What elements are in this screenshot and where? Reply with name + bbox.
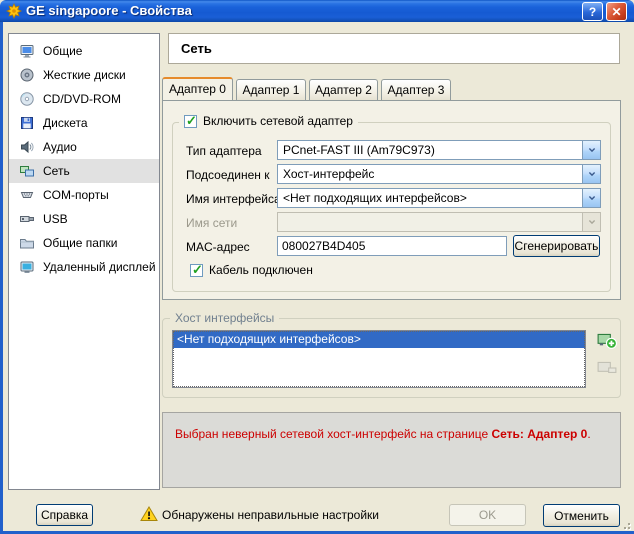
sidebar-item-cd-dvd[interactable]: CD/DVD-ROM <box>9 87 159 111</box>
generate-mac-button[interactable]: Сгенерировать <box>513 235 600 257</box>
enable-adapter-row: ✓ Включить сетевой адаптер <box>179 114 358 128</box>
window-border-left <box>0 22 3 534</box>
adapter-type-select[interactable]: PCnet-FAST III (Am79C973) <box>277 140 601 160</box>
sidebar-item-com-ports[interactable]: COM-порты <box>9 183 159 207</box>
chevron-down-icon <box>582 213 600 231</box>
warning-text-page: Сеть: Адаптер 0 <box>491 427 587 441</box>
warning-text-suffix: . <box>587 427 590 441</box>
serial-port-icon <box>19 187 35 203</box>
interface-name-label: Имя интерфейса <box>186 192 281 206</box>
attached-to-value: Хост-интерфейс <box>283 167 374 181</box>
window-title: GE singapoore - Свойства <box>26 0 192 22</box>
chevron-down-icon[interactable] <box>582 165 600 183</box>
close-button[interactable]: ✕ <box>606 2 627 21</box>
interface-name-select[interactable]: <Нет подходящих интерфейсов> <box>277 188 601 208</box>
sidebar-item-label: Жесткие диски <box>43 68 126 82</box>
general-icon <box>19 43 35 59</box>
network-icon <box>19 163 35 179</box>
sidebar-item-general[interactable]: Общие <box>9 39 159 63</box>
adapter-type-value: PCnet-FAST III (Am79C973) <box>283 143 435 157</box>
sidebar-item-floppy[interactable]: Дискета <box>9 111 159 135</box>
remote-display-icon <box>19 259 35 275</box>
cable-connected-row: ✓ Кабель подключен <box>185 263 318 277</box>
sidebar-item-hard-disks[interactable]: Жесткие диски <box>9 63 159 87</box>
help-caption-button[interactable]: ? <box>582 2 603 21</box>
chevron-down-icon[interactable] <box>582 141 600 159</box>
settings-gear-icon <box>6 3 22 19</box>
settings-category-list: Общие Жесткие диски CD/DVD-ROM Дискета А… <box>8 33 160 490</box>
mac-address-input[interactable] <box>277 236 507 256</box>
tab-adapter-3[interactable]: Адаптер 3 <box>381 79 451 100</box>
cable-connected-checkbox[interactable]: ✓ <box>190 264 203 277</box>
hdd-icon <box>19 67 35 83</box>
check-icon: ✓ <box>186 113 197 128</box>
validation-warning-panel: Выбран неверный сетевой хост-интерфейс н… <box>162 412 621 488</box>
sidebar-item-audio[interactable]: Аудио <box>9 135 159 159</box>
remove-interface-icon <box>597 358 617 378</box>
resize-grip[interactable] <box>618 517 630 529</box>
add-interface-icon <box>597 330 617 350</box>
sidebar-item-label: Дискета <box>43 116 88 130</box>
cancel-button[interactable]: Отменить <box>543 504 620 527</box>
list-item-selected[interactable]: <Нет подходящих интерфейсов> <box>173 331 585 348</box>
interface-name-value: <Нет подходящих интерфейсов> <box>283 191 467 205</box>
settings-dialog: GE singapoore - Свойства ? ✕ Общие Жестк… <box>0 0 634 534</box>
host-interfaces-list[interactable]: <Нет подходящих интерфейсов> <box>172 330 586 388</box>
attached-to-select[interactable]: Хост-интерфейс <box>277 164 601 184</box>
attached-to-label: Подсоединен к <box>186 168 269 182</box>
network-name-select <box>277 212 601 232</box>
sidebar-item-network[interactable]: Сеть <box>9 159 159 183</box>
floppy-icon <box>19 115 35 131</box>
cable-connected-label: Кабель подключен <box>209 263 313 277</box>
warning-triangle-icon <box>140 505 158 523</box>
add-host-interface-button[interactable] <box>597 330 617 350</box>
audio-icon <box>19 139 35 155</box>
cd-icon <box>19 91 35 107</box>
usb-icon <box>19 211 35 227</box>
mac-address-label: MAC-адрес <box>186 240 250 254</box>
warning-text-prefix: Выбран неверный сетевой хост-интерфейс н… <box>175 427 491 441</box>
help-button[interactable]: Справка <box>36 504 93 526</box>
sidebar-item-label: Общие папки <box>43 236 117 250</box>
title-bar: GE singapoore - Свойства ? ✕ <box>0 0 634 22</box>
chevron-down-icon[interactable] <box>582 189 600 207</box>
host-interfaces-title: Хост интерфейсы <box>170 311 279 325</box>
sidebar-item-label: Общие <box>43 44 82 58</box>
sidebar-item-label: CD/DVD-ROM <box>43 92 121 106</box>
remove-host-interface-button[interactable] <box>597 358 617 378</box>
sidebar-item-usb[interactable]: USB <box>9 207 159 231</box>
tab-adapter-2[interactable]: Адаптер 2 <box>309 79 378 100</box>
sidebar-item-label: Сеть <box>43 164 70 178</box>
check-icon: ✓ <box>192 262 203 277</box>
network-name-label: Имя сети <box>186 216 237 230</box>
ok-button[interactable]: OK <box>449 504 526 526</box>
page-title: Сеть <box>168 33 620 64</box>
sidebar-item-label: Удаленный дисплей <box>43 260 156 274</box>
sidebar-item-remote-display[interactable]: Удаленный дисплей <box>9 255 159 279</box>
validation-warning-text: Выбран неверный сетевой хост-интерфейс н… <box>175 427 591 441</box>
sidebar-item-label: COM-порты <box>43 188 109 202</box>
invalid-settings-status: Обнаружены неправильные настройки <box>162 508 379 522</box>
enable-adapter-label: Включить сетевой адаптер <box>203 114 353 128</box>
sidebar-item-label: USB <box>43 212 68 226</box>
enable-adapter-checkbox[interactable]: ✓ <box>184 115 197 128</box>
tab-adapter-1[interactable]: Адаптер 1 <box>236 79 306 100</box>
sidebar-item-shared-folders[interactable]: Общие папки <box>9 231 159 255</box>
tab-adapter-0[interactable]: Адаптер 0 <box>162 77 233 100</box>
sidebar-item-label: Аудио <box>43 140 77 154</box>
adapter-type-label: Тип адаптера <box>186 144 262 158</box>
shared-folder-icon <box>19 235 35 251</box>
